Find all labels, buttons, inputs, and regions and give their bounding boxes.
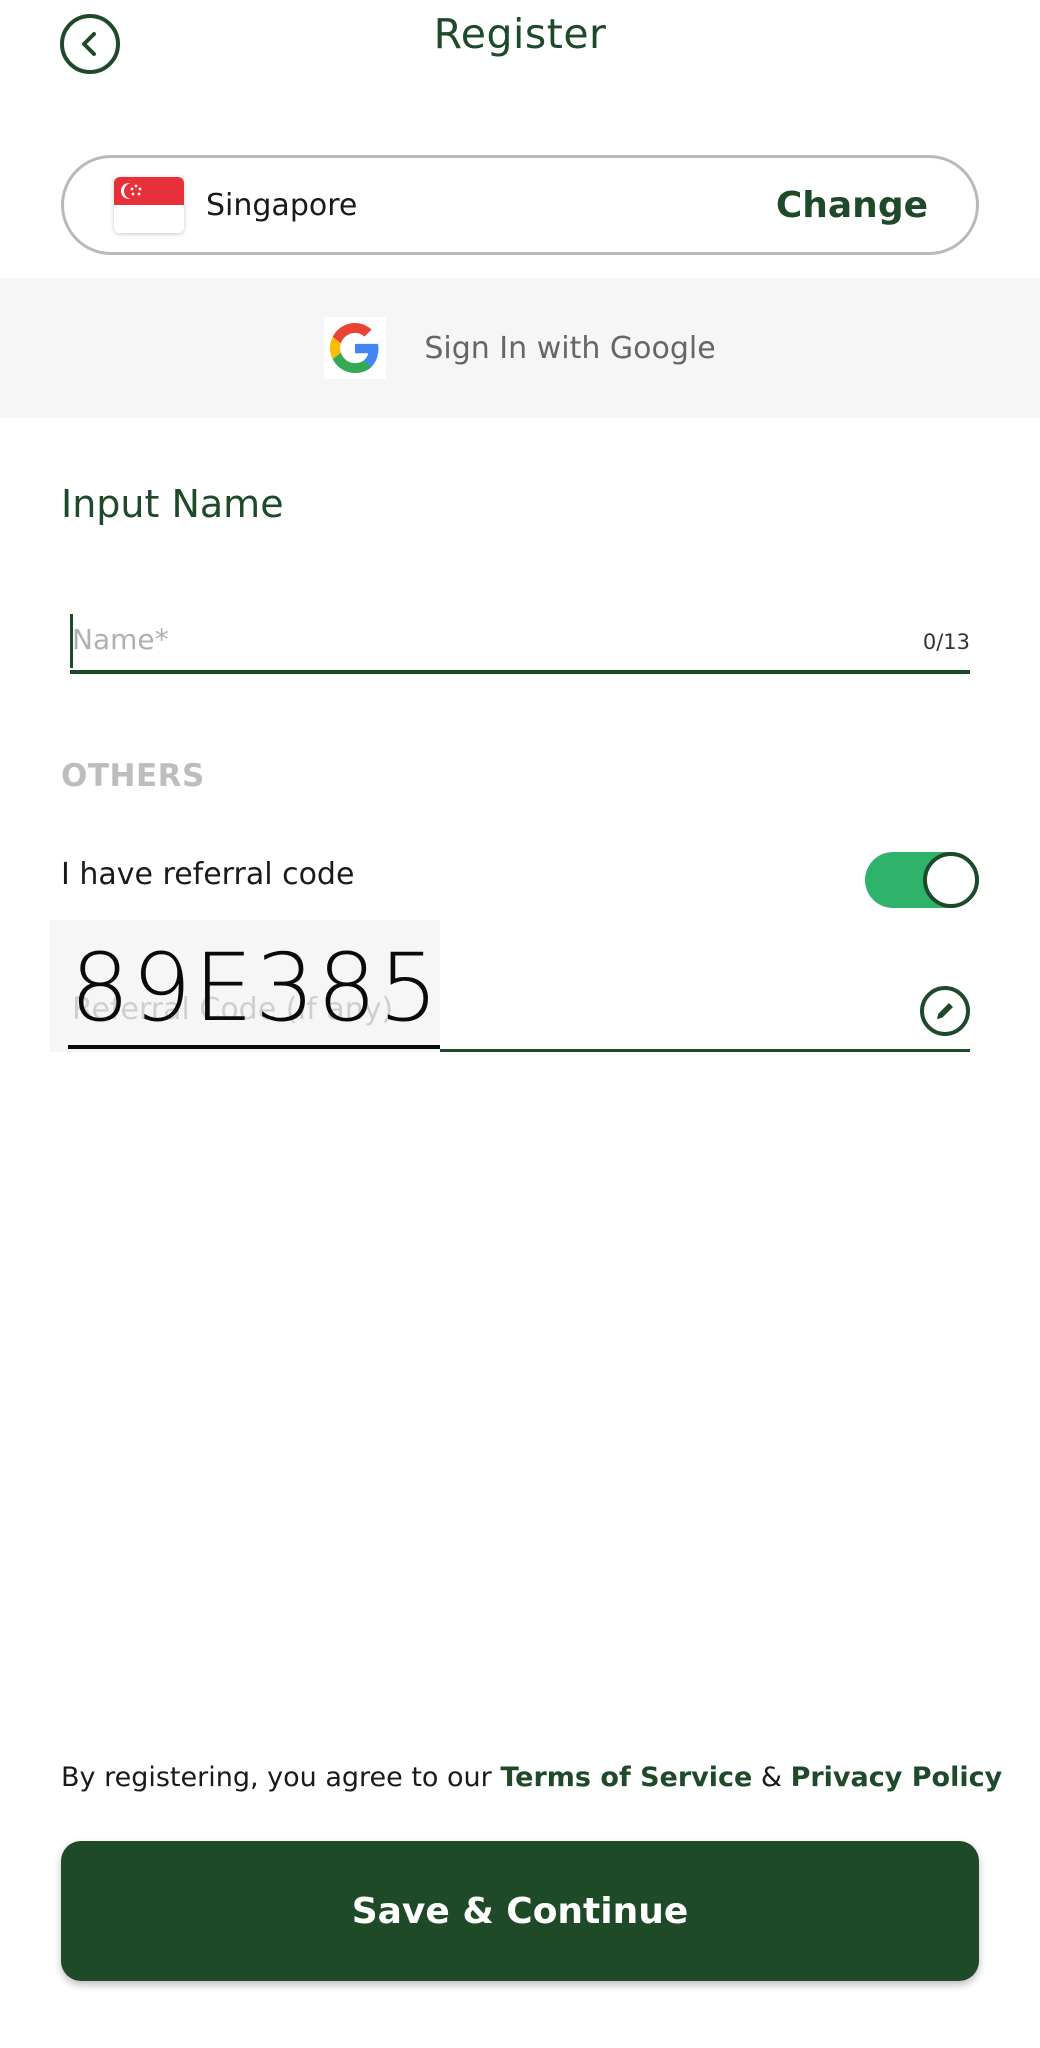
google-sign-in-label: Sign In with Google xyxy=(424,330,716,366)
toggle-knob xyxy=(923,852,979,908)
terms-of-service-link[interactable]: Terms of Service xyxy=(500,1762,752,1793)
terms-notice: By registering, you agree to our Terms o… xyxy=(61,1762,1003,1793)
name-input[interactable] xyxy=(70,612,890,666)
referral-toggle-label: I have referral code xyxy=(61,857,355,892)
referral-code-value: 89E385 xyxy=(70,934,441,1043)
name-field: 0/13 xyxy=(70,608,970,674)
others-heading: OTHERS xyxy=(61,758,205,794)
referral-toggle[interactable] xyxy=(865,852,979,908)
pencil-icon xyxy=(937,1003,953,1019)
google-sign-in-button[interactable]: Sign In with Google xyxy=(0,278,1040,418)
country-name: Singapore xyxy=(206,187,358,223)
change-country-link[interactable]: Change xyxy=(776,185,928,226)
singapore-flag-icon xyxy=(114,177,184,233)
referral-code-field[interactable]: Referral Code (If any) 89E385 xyxy=(50,920,970,1052)
edit-referral-button[interactable] xyxy=(920,986,970,1036)
country-selector[interactable]: Singapore Change xyxy=(61,155,979,255)
name-char-counter: 0/13 xyxy=(922,630,970,654)
register-screen: Register Singapore Change Sign In with G… xyxy=(0,0,1040,2048)
save-continue-button[interactable]: Save & Continue xyxy=(61,1841,979,1981)
input-name-heading: Input Name xyxy=(61,482,284,526)
page-title: Register xyxy=(433,10,607,58)
privacy-policy-link[interactable]: Privacy Policy xyxy=(791,1762,1003,1793)
google-logo-icon xyxy=(324,317,387,379)
